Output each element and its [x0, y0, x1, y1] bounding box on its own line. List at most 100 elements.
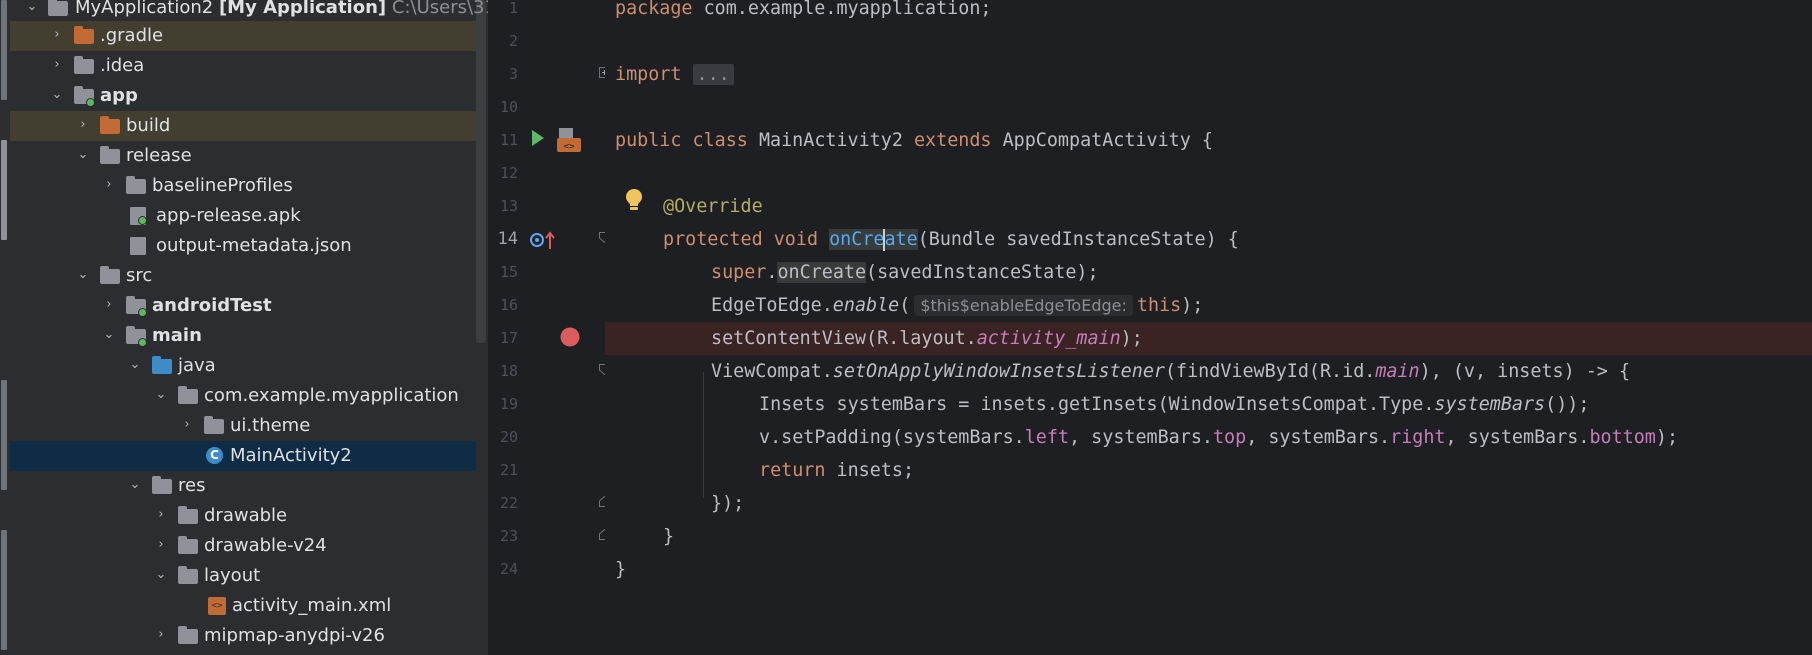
project-scrollbar[interactable]: [476, 0, 486, 343]
chevron-down-icon[interactable]: ⌄: [154, 387, 168, 403]
tree-row-app[interactable]: ⌄ app: [10, 81, 476, 111]
tree-row-mainactivity2[interactable]: C MainActivity2: [10, 441, 476, 471]
tree-row-drawable-v24[interactable]: › drawable-v24: [10, 531, 476, 561]
chevron-right-icon[interactable]: ›: [102, 297, 116, 313]
overrides-method-icon[interactable]: [530, 231, 556, 251]
tree-item-label: main: [152, 325, 202, 346]
tree-row-layout[interactable]: ⌄ layout: [10, 561, 476, 591]
tree-item-label: mipmap-anydpi-v26: [204, 625, 385, 646]
chevron-right-icon[interactable]: ›: [76, 117, 90, 133]
code-line-1[interactable]: package com.example.myapplication;: [615, 0, 1812, 25]
chevron-right-icon[interactable]: ›: [50, 57, 64, 73]
code-line-13[interactable]: @Override: [663, 190, 1812, 223]
chevron-down-icon[interactable]: ⌄: [102, 327, 116, 343]
tree-root-label: MyApplication2 [My Application] C:\Users…: [75, 0, 488, 18]
resource-manager-tab[interactable]: [1, 0, 7, 100]
tree-row-mipmap[interactable]: › mipmap-anydpi-v26: [10, 621, 476, 651]
xml-file-icon: <>: [208, 597, 230, 615]
tree-item-label: ui.theme: [230, 415, 311, 436]
tree-row-gradle[interactable]: › .gradle: [10, 21, 476, 51]
code-line-21[interactable]: return insets;: [759, 454, 1812, 487]
package-icon: [204, 416, 226, 435]
module-folder-icon: [126, 296, 148, 317]
tree-row-baselineprofiles[interactable]: › baselineProfiles: [10, 171, 476, 201]
bookmarks-tab[interactable]: [1, 380, 7, 490]
folder-icon: [178, 506, 200, 525]
tree-item-label: src: [126, 265, 153, 286]
tree-row-uitheme[interactable]: › ui.theme: [10, 411, 476, 441]
tree-row-package[interactable]: ⌄ com.example.myapplication: [10, 381, 476, 411]
folder-icon: [126, 176, 148, 195]
line-number: 1: [508, 0, 518, 17]
line-number: 19: [499, 395, 518, 413]
chevron-right-icon[interactable]: ›: [50, 27, 64, 43]
project-tool-window: ⌄ MyApplication2 [My Application] C:\Use…: [10, 0, 488, 655]
tree-row-idea[interactable]: › .idea: [10, 51, 476, 81]
tree-row-activity-main[interactable]: <> activity_main.xml: [10, 591, 476, 621]
tree-row-release[interactable]: ⌄ release: [10, 141, 476, 171]
chevron-right-icon[interactable]: ›: [154, 537, 168, 553]
tree-row-src[interactable]: ⌄ src: [10, 261, 476, 291]
tree-row-java[interactable]: ⌄ java: [10, 351, 476, 381]
lightbulb-icon[interactable]: [625, 188, 643, 212]
chevron-right-icon[interactable]: ›: [102, 177, 116, 193]
code-line-19[interactable]: Insets systemBars = insets.getInsets(Win…: [759, 388, 1812, 421]
tree-row-main[interactable]: ⌄ main: [10, 321, 476, 351]
tree-item-label: app-release.apk: [156, 205, 301, 226]
editor-gutter[interactable]: 1 2 3 10 11 12 13 14 15 16 17 18 19 20 2…: [488, 0, 610, 655]
tree-item-label: build: [126, 115, 171, 136]
line-number: 17: [499, 329, 518, 347]
line-number: 10: [499, 98, 518, 116]
tree-row-root[interactable]: ⌄ MyApplication2 [My Application] C:\Use…: [10, 0, 488, 23]
chevron-down-icon[interactable]: ⌄: [76, 267, 90, 283]
layout-file-icon[interactable]: <>: [557, 128, 581, 152]
chevron-down-icon[interactable]: ⌄: [76, 147, 90, 163]
code-line-3[interactable]: import ...: [615, 58, 1812, 91]
code-line-20[interactable]: v.setPadding(systemBars.left, systemBars…: [759, 421, 1812, 454]
code-line-24[interactable]: }: [615, 553, 1812, 586]
chevron-down-icon[interactable]: ⌄: [128, 357, 142, 373]
build-variants-tab[interactable]: [1, 530, 7, 650]
folder-icon: [74, 26, 96, 45]
line-number: 22: [499, 494, 518, 512]
project-tab[interactable]: [1, 140, 7, 240]
line-number: 24: [499, 560, 518, 578]
chevron-down-icon[interactable]: ⌄: [25, 0, 39, 15]
tree-row-metadata[interactable]: output-metadata.json: [10, 231, 476, 261]
tree-item-label: .idea: [100, 55, 145, 76]
tree-row-build[interactable]: › build: [10, 111, 476, 141]
module-folder-icon: [74, 86, 96, 107]
line-number: 23: [499, 527, 518, 545]
tree-item-label: java: [178, 355, 216, 376]
parameter-inlay-hint[interactable]: $this$enableEdgeToEdge:: [914, 295, 1133, 316]
line-number: 3: [508, 65, 518, 83]
chevron-down-icon[interactable]: ⌄: [128, 477, 142, 493]
chevron-right-icon[interactable]: ›: [154, 507, 168, 523]
line-number-current: 14: [497, 229, 518, 249]
method-name-oncreate[interactable]: onCreate: [829, 229, 918, 251]
code-line-18[interactable]: ViewCompat.setOnApplyWindowInsetsListene…: [711, 355, 1812, 388]
code-line-14[interactable]: protected void onCreate(Bundle savedInst…: [663, 223, 1812, 256]
chevron-right-icon[interactable]: ›: [154, 627, 168, 643]
tree-item-label: com.example.myapplication: [204, 385, 459, 406]
code-line-16[interactable]: EdgeToEdge.enable($this$enableEdgeToEdge…: [711, 289, 1812, 322]
tree-row-drawable[interactable]: › drawable: [10, 501, 476, 531]
tree-item-label: output-metadata.json: [156, 235, 352, 256]
tree-row-androidtest[interactable]: › androidTest: [10, 291, 476, 321]
tree-row-apk[interactable]: app-release.apk: [10, 201, 476, 231]
code-editor[interactable]: package com.example.myapplication; impor…: [605, 0, 1812, 655]
tree-item-label: layout: [204, 565, 261, 586]
code-line-23[interactable]: }: [663, 520, 1812, 553]
code-line-17-breakpoint[interactable]: setContentView(R.layout.activity_main);: [605, 322, 1812, 355]
chevron-right-icon[interactable]: ›: [180, 417, 194, 433]
code-line-15[interactable]: super.onCreate(savedInstanceState);: [711, 256, 1812, 289]
tree-row-res[interactable]: ⌄ res: [10, 471, 476, 501]
folded-imports[interactable]: ...: [692, 64, 734, 85]
breakpoint-icon[interactable]: [560, 327, 580, 347]
chevron-down-icon[interactable]: ⌄: [154, 567, 168, 583]
chevron-down-icon[interactable]: ⌄: [50, 87, 64, 103]
code-line-11[interactable]: public class MainActivity2 extends AppCo…: [615, 124, 1812, 157]
code-line-22[interactable]: });: [711, 487, 1812, 520]
run-icon[interactable]: [531, 130, 545, 146]
folder-icon: [74, 56, 96, 75]
